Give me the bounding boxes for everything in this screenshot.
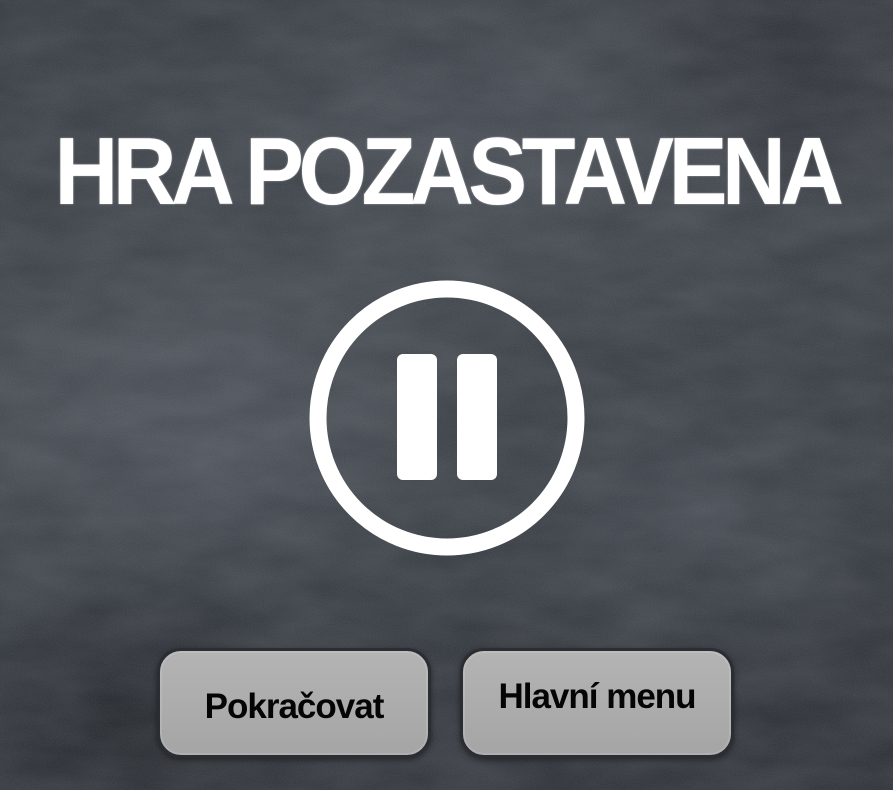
resume-button[interactable]: Pokračovat (157, 648, 431, 758)
resume-button-label: Pokračovat (204, 687, 385, 726)
main-menu-button[interactable]: Hlavní menu (460, 648, 734, 758)
pause-screen: HRA POZASTAVENA Pokračovat Hlavní menu (0, 0, 893, 790)
pause-title: HRA POZASTAVENA (54, 118, 844, 225)
pause-circle-icon (309, 280, 585, 556)
main-menu-button-label: Hlavní menu (498, 677, 696, 716)
